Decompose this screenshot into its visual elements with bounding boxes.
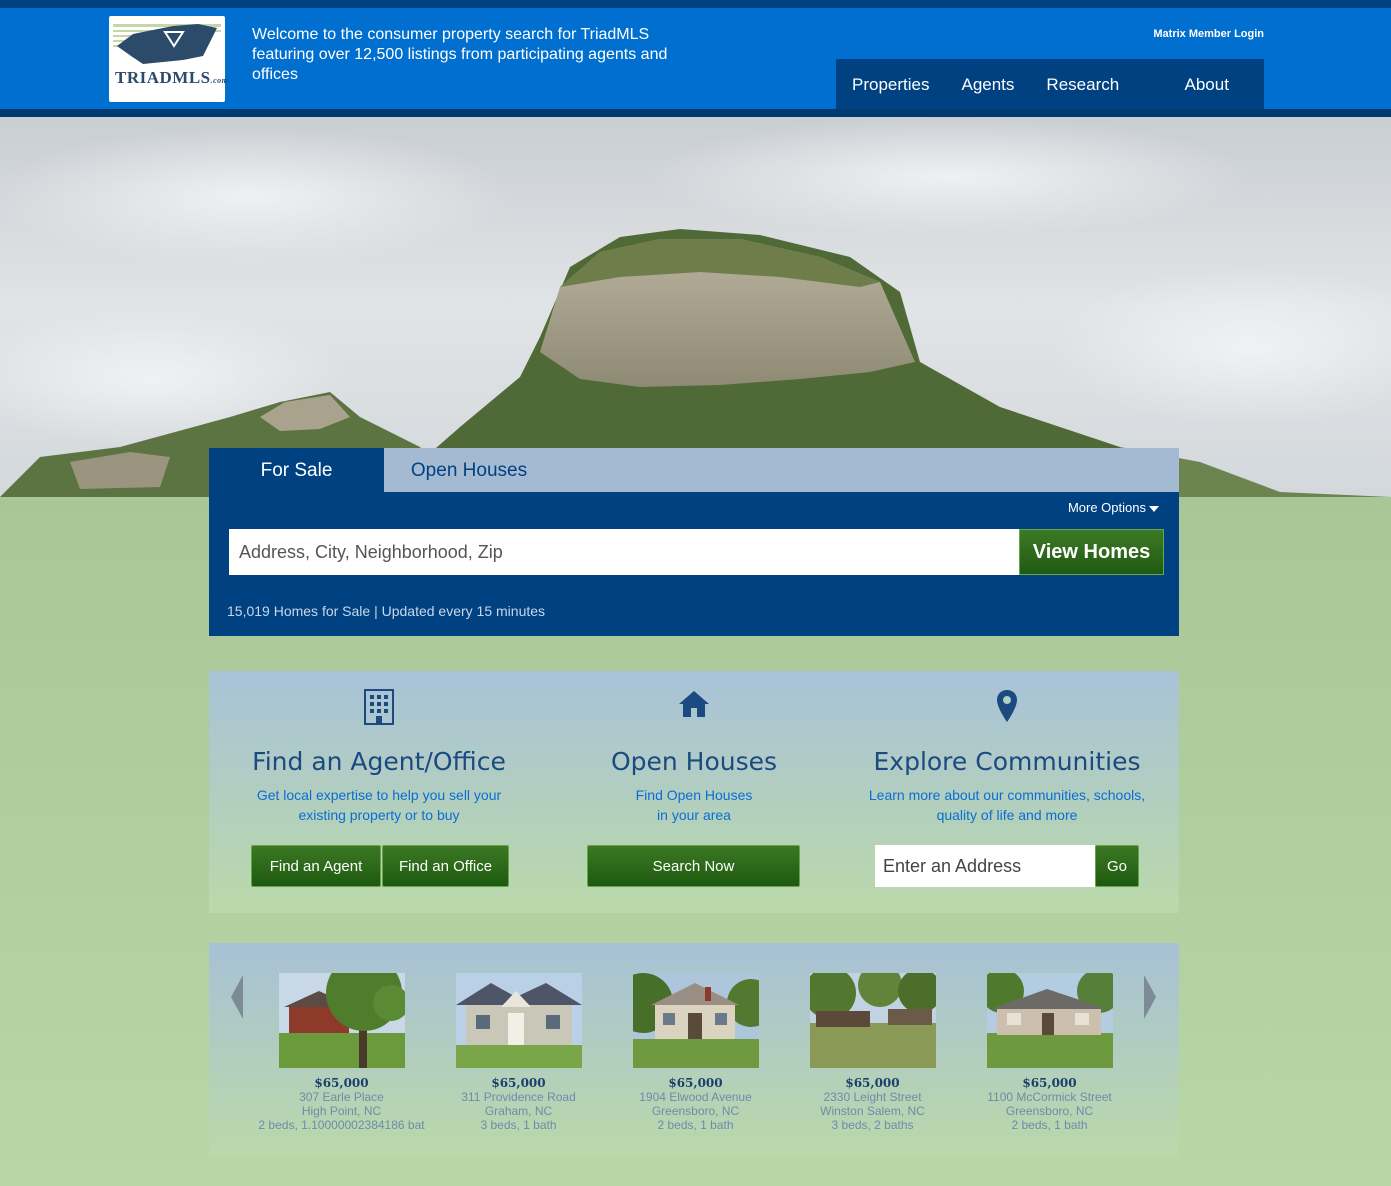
- listing-city: Winston Salem, NC: [820, 1104, 925, 1118]
- feature-desc-line: Get local expertise to help you sell you…: [256, 787, 502, 803]
- listing-photo[interactable]: [278, 973, 405, 1068]
- logo-text: TRIADMLS.com: [115, 68, 229, 87]
- home-icon: [534, 689, 854, 724]
- nc-map-logo-icon: [113, 24, 221, 64]
- feature-desc-line: existing property or to buy: [298, 807, 460, 823]
- top-stripe: [0, 0, 1391, 8]
- listing-photo[interactable]: [986, 973, 1113, 1068]
- listing-card[interactable]: $65,000 1100 McCormick Street Greensboro…: [962, 973, 1137, 1132]
- listing-city: Graham, NC: [484, 1104, 553, 1118]
- nav-research-tools[interactable]: Research Tools: [1030, 59, 1168, 146]
- property-search-input[interactable]: [229, 529, 1019, 575]
- listing-address: 1100 McCormick Street: [987, 1090, 1112, 1104]
- mountain-landscape-image: [0, 117, 1391, 497]
- listing-city: Greensboro, NC: [1005, 1104, 1094, 1118]
- listing-price: $65,000: [1022, 1076, 1077, 1090]
- triadmls-logo[interactable]: TRIADMLS.com: [109, 16, 229, 102]
- community-address-input[interactable]: [875, 845, 1095, 887]
- listing-card[interactable]: $65,000 2330 Leight Street Winston Salem…: [785, 973, 960, 1132]
- matrix-member-login-link[interactable]: Matrix Member Login: [1130, 28, 1264, 40]
- feature-title: Open Houses: [610, 747, 778, 776]
- featured-listings-carousel: $65,000 307 Earle Place High Point, NC 2…: [209, 943, 1179, 1158]
- listing-address: 1904 Elwood Avenue: [639, 1090, 752, 1104]
- find-an-agent-button[interactable]: Find an Agent: [251, 845, 381, 887]
- features-section: Find an Agent/Office Get local expertise…: [209, 671, 1179, 913]
- listing-photo[interactable]: [809, 973, 936, 1068]
- search-tabs: For Sale Open Houses: [209, 448, 1179, 492]
- main-nav: Properties Agents Research Tools About U…: [836, 59, 1264, 146]
- listing-card[interactable]: $65,000 311 Providence Road Graham, NC 3…: [431, 973, 606, 1132]
- listing-card[interactable]: $65,000 1904 Elwood Avenue Greensboro, N…: [608, 973, 783, 1132]
- map-marker-icon: [847, 689, 1167, 728]
- feature-title: Explore Communities: [873, 747, 1141, 776]
- tab-open-houses[interactable]: Open Houses: [384, 448, 554, 492]
- building-icon: [219, 689, 539, 730]
- feature-desc-line: Find Open Houses: [635, 787, 753, 803]
- listing-photo[interactable]: [447, 973, 591, 1068]
- feature-description: Learn more about our communities, school…: [867, 785, 1147, 825]
- feature-desc-line: in your area: [657, 807, 731, 823]
- more-options-toggle[interactable]: More Options: [1068, 500, 1159, 515]
- listing-city: High Point, NC: [301, 1104, 382, 1118]
- welcome-message: Welcome to the consumer property search …: [252, 26, 668, 83]
- listing-address: 2330 Leight Street: [823, 1090, 922, 1104]
- listing-address: 311 Providence Road: [461, 1090, 576, 1104]
- caret-down-icon: [1149, 505, 1159, 512]
- nav-about-us[interactable]: About Us: [1169, 59, 1264, 146]
- listing-price: $65,000: [491, 1076, 546, 1090]
- hero-image: [0, 117, 1391, 497]
- header-bottom-stripe: [0, 109, 1391, 117]
- feature-desc-line: Learn more about our communities, school…: [868, 787, 1146, 803]
- feature-description: Find Open Houses in your area: [554, 785, 834, 825]
- view-homes-button[interactable]: View Homes: [1019, 529, 1164, 575]
- listing-price: $65,000: [845, 1076, 900, 1090]
- listing-address: 307 Earle Place: [299, 1090, 384, 1104]
- chevron-right-icon[interactable]: [1142, 975, 1158, 1019]
- nav-agents[interactable]: Agents: [945, 59, 1030, 109]
- feature-desc-line: quality of life and more: [936, 807, 1078, 823]
- listing-details: 3 beds, 2 baths: [831, 1118, 914, 1132]
- find-an-office-button[interactable]: Find an Office: [382, 845, 509, 887]
- tab-for-sale[interactable]: For Sale: [209, 448, 384, 492]
- listing-city: Greensboro, NC: [651, 1104, 740, 1118]
- listing-price: $65,000: [314, 1076, 369, 1090]
- nav-properties[interactable]: Properties: [836, 59, 945, 109]
- listing-price: $65,000: [668, 1076, 723, 1090]
- listing-details: 3 beds, 1 bath: [480, 1118, 557, 1132]
- listing-details: 2 beds, 1 bath: [657, 1118, 734, 1132]
- more-options-label: More Options: [1067, 500, 1146, 515]
- homes-count-status: 15,019 Homes for Sale | Updated every 15…: [227, 603, 546, 619]
- feature-description: Get local expertise to help you sell you…: [239, 785, 519, 825]
- go-button[interactable]: Go: [1095, 845, 1139, 887]
- search-panel: More Options View Homes 15,019 Homes for…: [209, 492, 1179, 636]
- listing-details: 2 beds, 1.10000002384186 bat: [258, 1118, 425, 1132]
- chevron-left-icon[interactable]: [229, 975, 245, 1019]
- listing-details: 2 beds, 1 bath: [1011, 1118, 1088, 1132]
- listing-card[interactable]: $65,000 307 Earle Place High Point, NC 2…: [254, 973, 429, 1132]
- listing-photo[interactable]: [632, 973, 759, 1068]
- feature-title: Find an Agent/Office: [252, 747, 506, 776]
- search-now-button[interactable]: Search Now: [587, 845, 800, 887]
